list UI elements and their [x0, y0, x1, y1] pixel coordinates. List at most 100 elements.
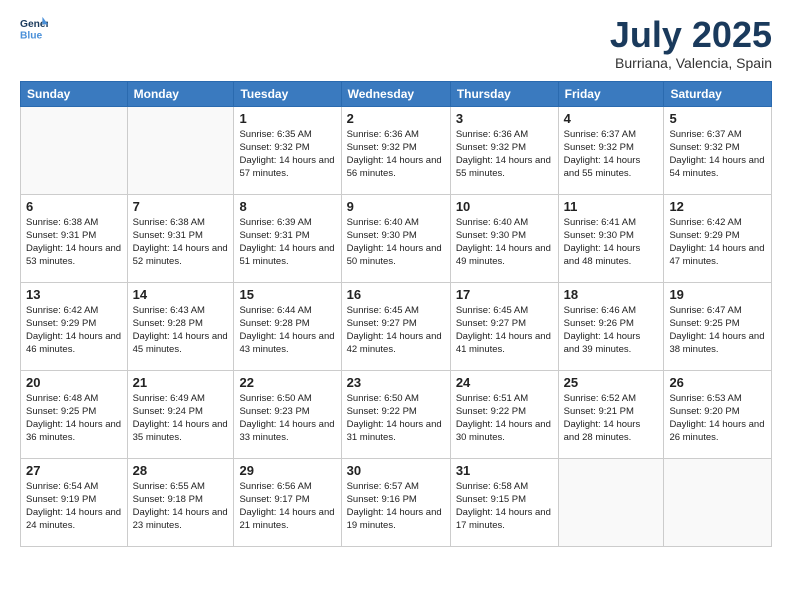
day-number: 25	[564, 375, 659, 390]
day-number: 19	[669, 287, 766, 302]
day-info: Sunrise: 6:40 AM Sunset: 9:30 PM Dayligh…	[347, 216, 445, 269]
month-title: July 2025	[610, 15, 772, 55]
day-number: 2	[347, 111, 445, 126]
col-saturday: Saturday	[664, 81, 772, 106]
calendar-cell: 21Sunrise: 6:49 AM Sunset: 9:24 PM Dayli…	[127, 370, 234, 458]
day-info: Sunrise: 6:55 AM Sunset: 9:18 PM Dayligh…	[133, 480, 229, 533]
day-info: Sunrise: 6:43 AM Sunset: 9:28 PM Dayligh…	[133, 304, 229, 357]
calendar-table: Sunday Monday Tuesday Wednesday Thursday…	[20, 81, 772, 547]
day-number: 15	[239, 287, 335, 302]
calendar-cell: 27 Sunrise: 6:54 AM Sunset: 9:19 PM Dayli…	[21, 458, 128, 546]
day-info: Sunrise: 6:57 AM Sunset: 9:16 PM Dayligh…	[347, 480, 445, 533]
calendar-cell: 25 Sunrise: 6:52 AM Sunset: 9:21 PM Dayli…	[558, 370, 664, 458]
day-number: 27	[26, 463, 122, 478]
day-number: 22	[239, 375, 335, 390]
calendar-cell: 7 Sunrise: 6:38 AM Sunset: 9:31 PM Daylig…	[127, 194, 234, 282]
day-number: 7	[133, 199, 229, 214]
calendar-cell: 20 Sunrise: 6:48 AM Sunset: 9:25 PM Dayli…	[21, 370, 128, 458]
day-info: Sunrise: 6:39 AM Sunset: 9:31 PM Dayligh…	[239, 216, 335, 269]
day-number: 13	[26, 287, 122, 302]
day-number: 26	[669, 375, 766, 390]
calendar-cell: 5 Sunrise: 6:37 AM Sunset: 9:32 PM Daylig…	[664, 106, 772, 194]
calendar-cell: 23Sunrise: 6:50 AM Sunset: 9:22 PM Dayli…	[341, 370, 450, 458]
day-info: Sunrise: 6:46 AM Sunset: 9:26 PM Dayligh…	[564, 304, 659, 357]
day-info: Sunrise: 6:42 AM Sunset: 9:29 PM Dayligh…	[669, 216, 766, 269]
day-number: 20	[26, 375, 122, 390]
calendar-cell: 12Sunrise: 6:42 AM Sunset: 9:29 PM Dayli…	[664, 194, 772, 282]
day-info: Sunrise: 6:42 AM Sunset: 9:29 PM Dayligh…	[26, 304, 122, 357]
day-info: Sunrise: 6:50 AM Sunset: 9:22 PM Dayligh…	[347, 392, 445, 445]
day-number: 1	[239, 111, 335, 126]
calendar-cell: 24Sunrise: 6:51 AM Sunset: 9:22 PM Dayli…	[450, 370, 558, 458]
day-number: 14	[133, 287, 229, 302]
calendar-cell: 18 Sunrise: 6:46 AM Sunset: 9:26 PM Dayli…	[558, 282, 664, 370]
day-info: Sunrise: 6:36 AM Sunset: 9:32 PM Dayligh…	[456, 128, 553, 181]
location: Burriana, Valencia, Spain	[610, 55, 772, 71]
day-info: Sunrise: 6:41 AM Sunset: 9:30 PM Dayligh…	[564, 216, 659, 269]
week-row-2: 13 Sunrise: 6:42 AM Sunset: 9:29 PM Dayli…	[21, 282, 772, 370]
day-info: Sunrise: 6:45 AM Sunset: 9:27 PM Dayligh…	[456, 304, 553, 357]
calendar-cell: 22 Sunrise: 6:50 AM Sunset: 9:23 PM Dayli…	[234, 370, 341, 458]
calendar-header-row: Sunday Monday Tuesday Wednesday Thursday…	[21, 81, 772, 106]
day-info: Sunrise: 6:38 AM Sunset: 9:31 PM Dayligh…	[133, 216, 229, 269]
col-wednesday: Wednesday	[341, 81, 450, 106]
calendar-cell: 17 Sunrise: 6:45 AM Sunset: 9:27 PM Dayli…	[450, 282, 558, 370]
day-info: Sunrise: 6:40 AM Sunset: 9:30 PM Dayligh…	[456, 216, 553, 269]
calendar-cell	[664, 458, 772, 546]
day-info: Sunrise: 6:35 AM Sunset: 9:32 PM Dayligh…	[239, 128, 335, 181]
day-number: 10	[456, 199, 553, 214]
page: General Blue July 2025 Burriana, Valenci…	[0, 0, 792, 612]
calendar-cell	[558, 458, 664, 546]
day-info: Sunrise: 6:54 AM Sunset: 9:19 PM Dayligh…	[26, 480, 122, 533]
week-row-3: 20 Sunrise: 6:48 AM Sunset: 9:25 PM Dayli…	[21, 370, 772, 458]
day-number: 6	[26, 199, 122, 214]
day-info: Sunrise: 6:36 AM Sunset: 9:32 PM Dayligh…	[347, 128, 445, 181]
day-number: 5	[669, 111, 766, 126]
day-info: Sunrise: 6:50 AM Sunset: 9:23 PM Dayligh…	[239, 392, 335, 445]
col-friday: Friday	[558, 81, 664, 106]
day-info: Sunrise: 6:38 AM Sunset: 9:31 PM Dayligh…	[26, 216, 122, 269]
day-number: 31	[456, 463, 553, 478]
svg-text:Blue: Blue	[20, 30, 43, 41]
header: General Blue July 2025 Burriana, Valenci…	[20, 15, 772, 71]
day-number: 9	[347, 199, 445, 214]
day-number: 11	[564, 199, 659, 214]
day-number: 17	[456, 287, 553, 302]
col-thursday: Thursday	[450, 81, 558, 106]
week-row-1: 6 Sunrise: 6:38 AM Sunset: 9:31 PM Daylig…	[21, 194, 772, 282]
day-number: 16	[347, 287, 445, 302]
calendar-cell: 1 Sunrise: 6:35 AM Sunset: 9:32 PM Daylig…	[234, 106, 341, 194]
day-info: Sunrise: 6:52 AM Sunset: 9:21 PM Dayligh…	[564, 392, 659, 445]
calendar-cell: 30 Sunrise: 6:57 AM Sunset: 9:16 PM Dayli…	[341, 458, 450, 546]
day-info: Sunrise: 6:53 AM Sunset: 9:20 PM Dayligh…	[669, 392, 766, 445]
calendar-cell: 8Sunrise: 6:39 AM Sunset: 9:31 PM Daylig…	[234, 194, 341, 282]
col-sunday: Sunday	[21, 81, 128, 106]
calendar-cell: 16 Sunrise: 6:45 AM Sunset: 9:27 PM Dayli…	[341, 282, 450, 370]
calendar-cell: 28Sunrise: 6:55 AM Sunset: 9:18 PM Dayli…	[127, 458, 234, 546]
day-info: Sunrise: 6:58 AM Sunset: 9:15 PM Dayligh…	[456, 480, 553, 533]
day-info: Sunrise: 6:45 AM Sunset: 9:27 PM Dayligh…	[347, 304, 445, 357]
logo-icon: General Blue	[20, 15, 48, 43]
calendar-cell: 10 Sunrise: 6:40 AM Sunset: 9:30 PM Dayli…	[450, 194, 558, 282]
col-monday: Monday	[127, 81, 234, 106]
logo: General Blue	[20, 15, 50, 43]
col-tuesday: Tuesday	[234, 81, 341, 106]
week-row-0: 1 Sunrise: 6:35 AM Sunset: 9:32 PM Daylig…	[21, 106, 772, 194]
day-number: 4	[564, 111, 659, 126]
day-info: Sunrise: 6:37 AM Sunset: 9:32 PM Dayligh…	[669, 128, 766, 181]
calendar-cell: 2 Sunrise: 6:36 AM Sunset: 9:32 PM Daylig…	[341, 106, 450, 194]
title-block: July 2025 Burriana, Valencia, Spain	[610, 15, 772, 71]
calendar-cell	[21, 106, 128, 194]
day-number: 30	[347, 463, 445, 478]
calendar-cell: 31 Sunrise: 6:58 AM Sunset: 9:15 PM Dayli…	[450, 458, 558, 546]
calendar-cell: 14 Sunrise: 6:43 AM Sunset: 9:28 PM Dayli…	[127, 282, 234, 370]
calendar-cell: 9 Sunrise: 6:40 AM Sunset: 9:30 PM Daylig…	[341, 194, 450, 282]
day-number: 29	[239, 463, 335, 478]
day-number: 3	[456, 111, 553, 126]
day-info: Sunrise: 6:48 AM Sunset: 9:25 PM Dayligh…	[26, 392, 122, 445]
day-info: Sunrise: 6:56 AM Sunset: 9:17 PM Dayligh…	[239, 480, 335, 533]
day-info: Sunrise: 6:37 AM Sunset: 9:32 PM Dayligh…	[564, 128, 659, 181]
calendar-cell: 3 Sunrise: 6:36 AM Sunset: 9:32 PM Daylig…	[450, 106, 558, 194]
calendar-cell: 19Sunrise: 6:47 AM Sunset: 9:25 PM Dayli…	[664, 282, 772, 370]
day-number: 18	[564, 287, 659, 302]
